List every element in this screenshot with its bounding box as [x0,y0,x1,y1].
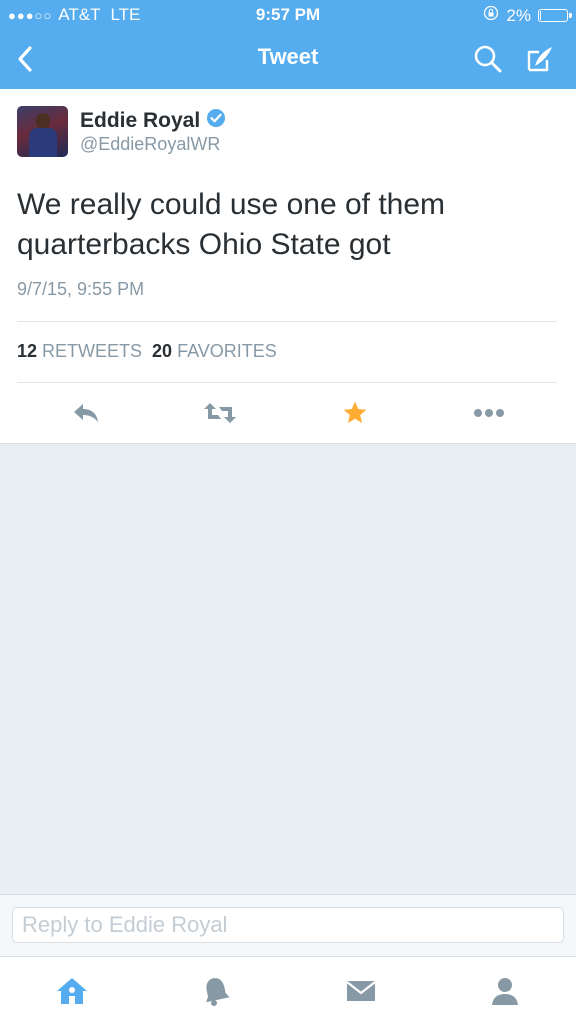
retweet-icon[interactable] [200,397,240,429]
reply-icon[interactable] [66,397,106,429]
verified-badge-icon [206,108,226,134]
rotation-lock-icon [483,5,499,26]
top-bar: ●●●○○ AT&T LTE 9:57 PM 2% Tweet [0,0,576,89]
reply-input[interactable] [12,907,564,943]
search-icon[interactable] [470,42,506,76]
tweet-detail-card: Eddie Royal @EddieRoyalWR We really coul… [0,89,576,444]
tab-bar [0,956,576,1025]
nav-bar: Tweet [0,30,576,89]
retweets-count: 12 [17,341,38,361]
notifications-icon[interactable] [194,971,238,1011]
compose-icon[interactable] [522,42,558,76]
author-handle[interactable]: @EddieRoyalWR [80,134,220,155]
divider [17,321,557,322]
tweet-stats: 12 RETWEETS 20 FAVORITES [17,341,277,362]
author-name: Eddie Royal [80,109,201,132]
favorites-label: FAVORITES [177,341,277,361]
divider [17,382,557,383]
tweet-actions [0,389,576,437]
favorite-icon[interactable] [335,397,375,429]
reply-bar [0,894,576,957]
battery-percent: 2% [506,5,531,25]
home-icon[interactable] [50,971,94,1011]
battery-icon [538,9,572,22]
me-icon[interactable] [483,971,527,1011]
favorites-stat[interactable]: 20 FAVORITES [152,341,277,362]
tweet-timestamp: 9/7/15, 9:55 PM [17,279,145,299]
retweets-stat[interactable]: 12 RETWEETS [17,341,142,362]
messages-icon[interactable] [339,971,383,1011]
tweet-text: We really could use one of them quarterb… [17,188,446,261]
retweets-label: RETWEETS [42,341,143,361]
author-name-row[interactable]: Eddie Royal [80,108,226,134]
status-bar: ●●●○○ AT&T LTE 9:57 PM 2% [0,0,576,30]
avatar[interactable] [17,106,68,157]
favorites-count: 20 [152,341,173,361]
more-icon[interactable] [469,397,509,429]
